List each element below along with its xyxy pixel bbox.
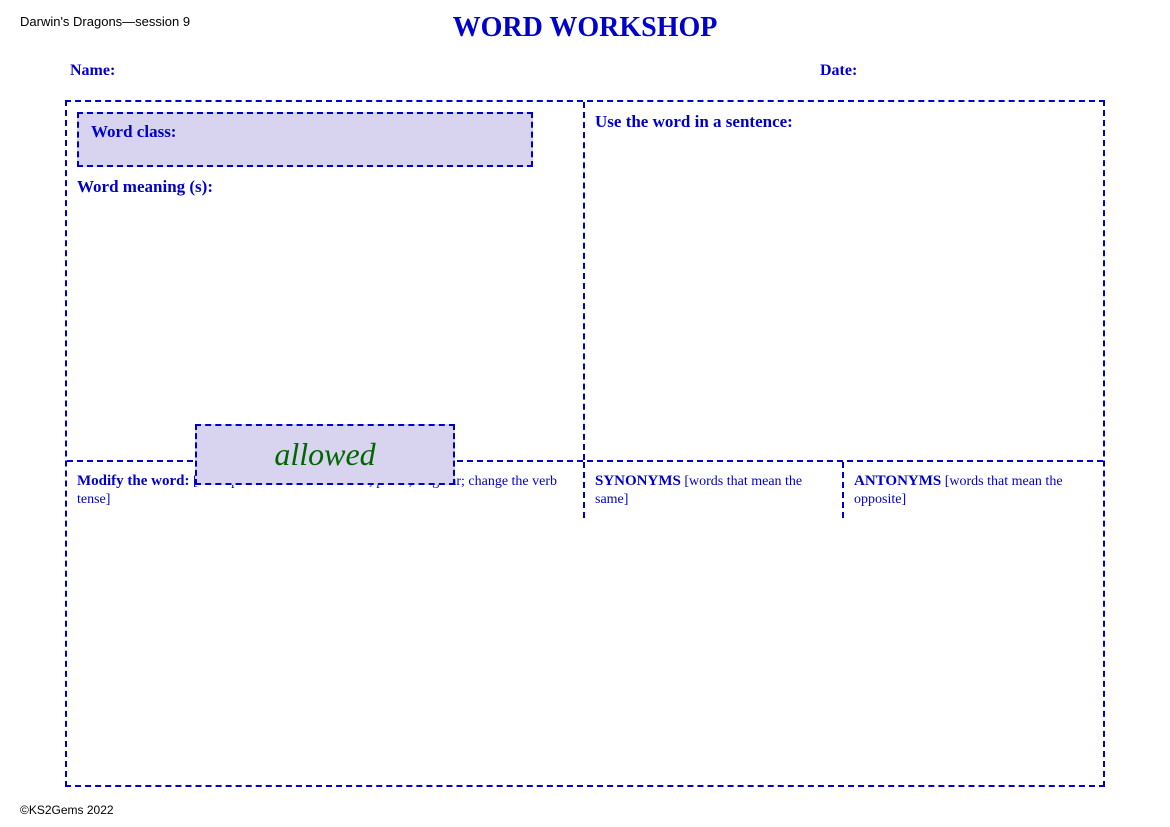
main-container: Word class: Word meaning (s): allowed Us… (65, 100, 1105, 787)
center-word-box: allowed (195, 424, 455, 485)
modify-word-bold: Modify the word: (77, 473, 190, 489)
name-label: Name: (70, 62, 115, 80)
synonyms-label: SYNONYMS [words that mean the same] (595, 472, 832, 508)
page-title: WORD WORKSHOP (0, 12, 1170, 44)
synonyms-bold: SYNONYMS (595, 473, 681, 489)
bottom-right-section: ANTONYMS [words that mean the opposite] (844, 462, 1103, 518)
word-class-box: Word class: (77, 112, 533, 167)
word-center-container: allowed (195, 424, 455, 485)
antonyms-bold: ANTONYMS (854, 473, 941, 489)
use-word-label: Use the word in a sentence: (595, 112, 1093, 132)
date-label: Date: (820, 62, 857, 80)
word-class-label: Word class: (91, 122, 176, 141)
top-left-section: Word class: Word meaning (s): allowed (67, 102, 585, 460)
top-row: Word class: Word meaning (s): allowed Us… (67, 102, 1103, 462)
bottom-middle-section: SYNONYMS [words that mean the same] (585, 462, 844, 518)
word-meaning-label: Word meaning (s): (77, 177, 573, 197)
copyright-label: ©KS2Gems 2022 (20, 803, 114, 817)
top-right-section: Use the word in a sentence: (585, 102, 1103, 460)
antonyms-label: ANTONYMS [words that mean the opposite] (854, 472, 1093, 508)
